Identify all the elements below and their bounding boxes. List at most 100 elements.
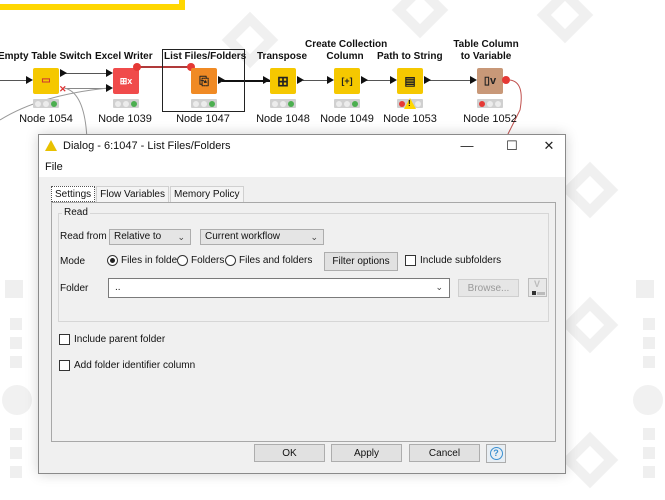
node-label[interactable]: Node 1047 — [158, 113, 248, 125]
status-light — [272, 100, 278, 107]
warning-mark: ! — [408, 99, 411, 108]
ok-button[interactable]: OK — [254, 444, 325, 462]
radio-label: Files in folder — [121, 255, 181, 266]
node-icon-box[interactable]: ▯v — [477, 68, 503, 94]
output-port[interactable] — [60, 69, 67, 77]
input-port[interactable] — [390, 76, 397, 84]
input-port[interactable] — [106, 69, 113, 77]
node-icon-box[interactable]: [+] — [334, 68, 360, 94]
minimize-button[interactable]: — — [452, 137, 482, 155]
close-button[interactable]: ✕ — [534, 137, 564, 155]
flow-variable-dot — [532, 291, 536, 295]
traffic-light — [33, 99, 59, 108]
node-title: Empty Table Switch — [0, 51, 92, 62]
cancel-button[interactable]: Cancel — [409, 444, 480, 462]
tab-memory-policy[interactable]: Memory Policy — [169, 186, 244, 202]
menu-file[interactable]: File — [45, 161, 63, 173]
relative-to-select[interactable]: Current workflow ⌄ — [200, 229, 324, 245]
checkbox-box[interactable] — [59, 360, 70, 371]
excel-icon: ⊞x — [119, 75, 133, 86]
include-subfolders-checkbox[interactable]: Include subfolders — [405, 255, 501, 266]
output-port[interactable] — [297, 76, 304, 84]
tab-flow-variables[interactable]: Flow Variables — [96, 186, 169, 202]
checkbox-box[interactable] — [405, 255, 416, 266]
help-button[interactable]: ? — [486, 444, 506, 463]
traffic-light — [334, 99, 360, 108]
radio-files-in-folder[interactable]: Files in folder — [107, 255, 180, 266]
status-light — [479, 100, 485, 107]
node-title: Path to String — [377, 51, 443, 62]
node-icon-box[interactable]: ⎘ — [191, 68, 217, 94]
collection-icon: [+] — [341, 75, 353, 86]
read-from-select[interactable]: Relative to ⌄ — [109, 229, 191, 245]
mode-label: Mode — [60, 256, 86, 267]
chevron-down-icon: ⌄ — [435, 282, 443, 292]
node-icon-box[interactable]: ⊞ — [270, 68, 296, 94]
variable-port[interactable] — [133, 63, 141, 71]
node-title: List Files/Folders — [164, 51, 247, 62]
node-title: Transpose — [257, 51, 308, 62]
folder-path-value: .. — [115, 282, 121, 293]
help-icon: ? — [489, 447, 503, 460]
flow-variable-bar — [537, 292, 545, 295]
input-port[interactable] — [26, 76, 33, 84]
input-port[interactable] — [470, 76, 477, 84]
relative-to-value: Current workflow — [205, 231, 281, 242]
node-label[interactable]: Node 1039 — [80, 113, 170, 125]
inactive-port-icon: ✕ — [59, 84, 67, 94]
traffic-light — [270, 99, 296, 108]
checkbox-box[interactable] — [59, 334, 70, 345]
traffic-light — [113, 99, 139, 108]
read-group-legend: Read — [62, 207, 90, 218]
flow-variable-button[interactable]: V — [528, 278, 547, 297]
radio-folders[interactable]: Folders — [177, 255, 224, 266]
node-icon-box[interactable]: ▭ — [33, 68, 59, 94]
input-port[interactable] — [106, 84, 113, 92]
radio-button[interactable] — [107, 255, 118, 266]
node-title: Table Column — [453, 39, 519, 50]
browse-button[interactable]: Browse... — [458, 279, 519, 297]
radio-files-and-folders[interactable]: Files and folders — [225, 255, 312, 266]
output-port[interactable] — [424, 76, 431, 84]
input-port[interactable] — [327, 76, 334, 84]
node-title: to Variable — [460, 51, 512, 62]
chevron-down-icon: ⌄ — [310, 232, 318, 242]
add-folder-identifier-checkbox[interactable]: Add folder identifier column — [59, 360, 195, 371]
radio-button[interactable] — [177, 255, 188, 266]
read-group: Read Read from Relative to ⌄ Current wor… — [58, 207, 549, 322]
title-bar[interactable]: Dialog - 6:1047 - List Files/Folders — ☐… — [39, 135, 565, 157]
status-light — [209, 100, 215, 107]
node-label[interactable]: Node 1054 — [1, 113, 91, 125]
input-port[interactable] — [263, 76, 270, 84]
status-light — [123, 100, 129, 107]
node-label[interactable]: Node 1052 — [445, 113, 535, 125]
node-label[interactable]: Node 1053 — [365, 113, 455, 125]
maximize-button[interactable]: ☐ — [497, 137, 527, 155]
status-light — [51, 100, 57, 107]
radio-label: Folders — [191, 255, 225, 266]
tab-settings[interactable]: Settings — [51, 186, 96, 202]
status-light — [43, 100, 49, 107]
node-icon-box[interactable]: ▤ — [397, 68, 423, 94]
include-parent-folder-checkbox[interactable]: Include parent folder — [59, 334, 165, 345]
read-from-label: Read from — [60, 231, 107, 242]
status-light — [288, 100, 294, 107]
read-from-value: Relative to — [114, 231, 162, 242]
apply-button[interactable]: Apply — [331, 444, 402, 462]
output-port[interactable] — [218, 76, 225, 84]
output-port[interactable] — [361, 76, 368, 84]
node-icon-box[interactable]: ⊞x — [113, 68, 139, 94]
status-light — [352, 100, 358, 107]
filter-options-button[interactable]: Filter options — [324, 252, 398, 271]
status-light — [495, 100, 501, 107]
traffic-light — [191, 99, 217, 108]
switch-icon: ▭ — [41, 75, 51, 86]
radio-button[interactable] — [225, 255, 236, 266]
radio-selected-dot — [110, 258, 115, 263]
folder-path-input[interactable]: .. ⌄ — [108, 278, 450, 298]
include-parent-folder-label: Include parent folder — [74, 334, 166, 345]
path-icon: ▤ — [404, 74, 416, 88]
knime-warning-icon — [45, 140, 57, 151]
variable-port[interactable] — [502, 76, 510, 84]
status-light — [193, 100, 199, 107]
